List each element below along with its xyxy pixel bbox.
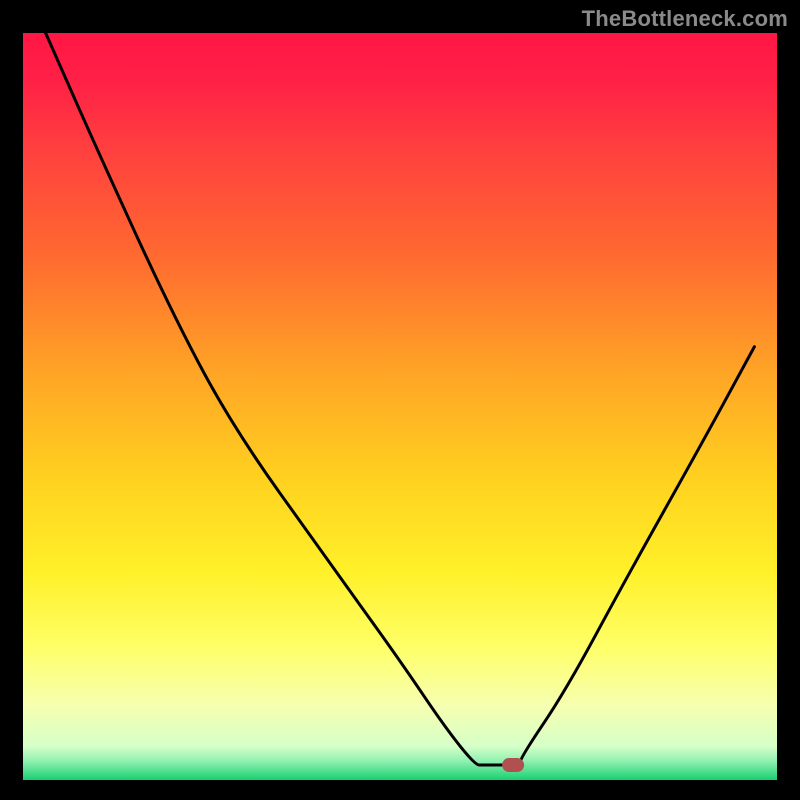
plot-background: [23, 33, 777, 780]
chart-container: TheBottleneck.com: [0, 0, 800, 800]
bottleneck-chart: [0, 0, 800, 800]
watermark-text: TheBottleneck.com: [582, 6, 788, 32]
optimum-marker: [502, 758, 524, 772]
